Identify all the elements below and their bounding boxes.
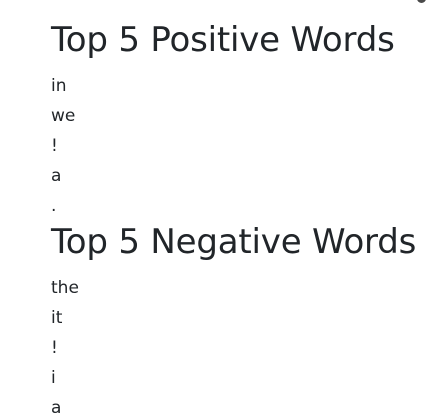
negative-words-title: Top 5 Negative Words — [51, 222, 417, 262]
corner-mark — [417, 0, 426, 3]
negative-word-item: ! — [51, 338, 58, 358]
positive-words-list: in we ! a . — [51, 71, 395, 221]
positive-words-section: Top 5 Positive Words in we ! a . — [51, 18, 395, 221]
positive-words-title: Top 5 Positive Words — [51, 20, 395, 60]
positive-word-item: . — [51, 196, 57, 216]
negative-words-section: Top 5 Negative Words the it ! i a — [51, 220, 416, 415]
negative-words-list: the it ! i a — [51, 273, 416, 415]
positive-word-item: in — [51, 76, 67, 96]
negative-word-item: the — [51, 278, 79, 298]
negative-word-item: i — [51, 368, 56, 388]
positive-word-item: we — [51, 106, 76, 126]
negative-word-item: it — [51, 308, 63, 328]
page: Top 5 Positive Words in we ! a . Top 5 N… — [0, 0, 426, 415]
negative-word-item: a — [51, 398, 62, 415]
positive-word-item: ! — [51, 136, 58, 156]
positive-word-item: a — [51, 166, 62, 186]
